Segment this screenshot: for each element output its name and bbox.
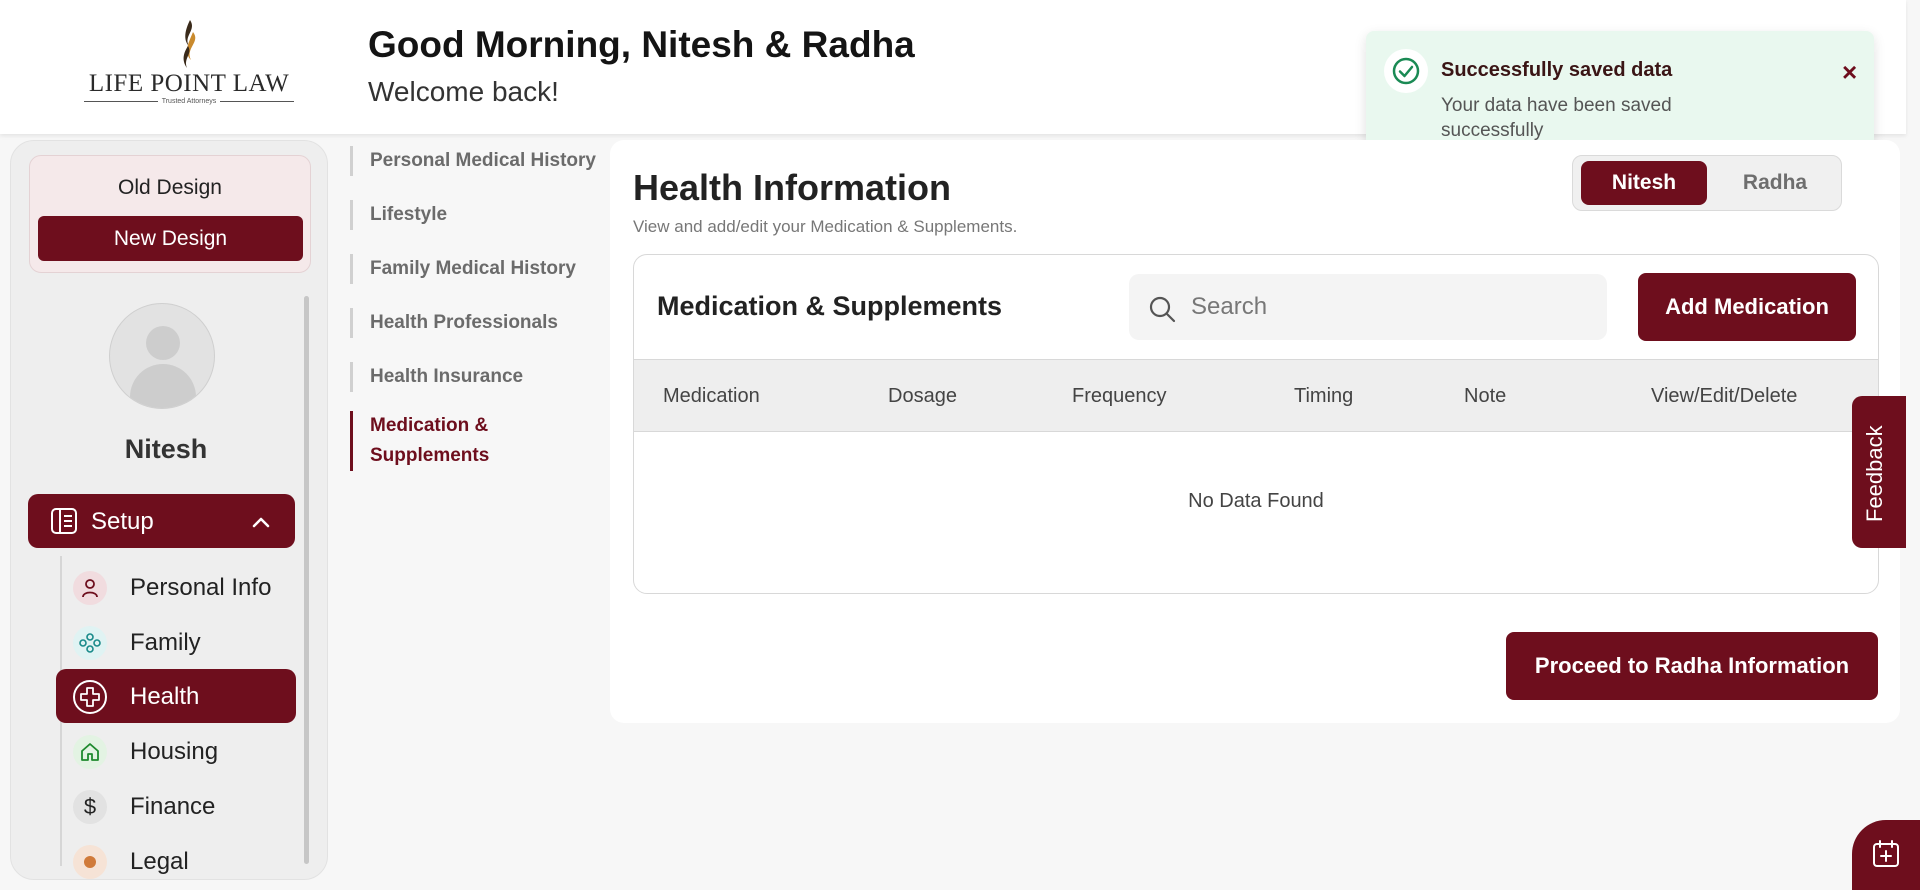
- step-health-professionals[interactable]: Health Professionals: [350, 308, 610, 338]
- main-panel: Health Information View and add/edit you…: [610, 140, 1900, 723]
- step-personal-medical-history[interactable]: Personal Medical History: [350, 146, 610, 176]
- sidebar-item-label: Legal: [130, 848, 189, 875]
- close-icon[interactable]: ×: [1842, 57, 1857, 88]
- family-icon: [73, 626, 107, 660]
- toast-title: Successfully saved data: [1441, 59, 1673, 81]
- step-label-line1: Medication &: [370, 415, 489, 436]
- column-header: Frequency: [1072, 385, 1167, 407]
- sidebar-item-health[interactable]: Health: [56, 669, 296, 723]
- sidebar-item-legal[interactable]: Legal: [56, 834, 296, 879]
- sidebar-item-label: Health: [130, 683, 200, 710]
- sidebar-item-family[interactable]: Family: [56, 615, 296, 669]
- step-family-medical-history[interactable]: Family Medical History: [350, 254, 610, 284]
- proceed-button[interactable]: Proceed to Radha Information: [1506, 632, 1878, 700]
- feedback-label: Feedback: [1862, 425, 1887, 522]
- column-header: Note: [1464, 385, 1507, 407]
- person-icon: [73, 571, 107, 605]
- new-design-button[interactable]: New Design: [38, 216, 303, 261]
- design-switch: Old Design New Design: [29, 155, 311, 273]
- step-medication-supplements[interactable]: Medication & Supplements: [350, 411, 610, 471]
- feedback-tab[interactable]: Feedback: [1852, 396, 1906, 548]
- step-lifestyle[interactable]: Lifestyle: [350, 200, 610, 230]
- sidebar-item-housing[interactable]: Housing: [56, 724, 296, 778]
- brand-tagline: Trusted Attorneys: [161, 98, 217, 105]
- health-cross-icon: [73, 680, 107, 714]
- column-header: Medication: [663, 385, 760, 407]
- sidebar-item-personal-info[interactable]: Personal Info: [56, 560, 296, 614]
- card-title: Medication & Supplements: [657, 291, 1003, 321]
- page-subtitle: View and add/edit your Medication & Supp…: [633, 217, 1018, 236]
- sidebar-item-label: Personal Info: [130, 574, 272, 601]
- tab-nitesh[interactable]: Nitesh: [1581, 161, 1707, 205]
- page-title: Health Information: [633, 167, 952, 208]
- medication-card: Medication & Supplements Add Medication …: [633, 254, 1879, 594]
- column-header: Dosage: [888, 385, 957, 407]
- old-design-button[interactable]: Old Design: [30, 176, 310, 200]
- table-header: Medication Dosage Frequency Timing Note …: [634, 359, 1878, 432]
- brand-name: LIFE POINT LAW: [88, 70, 290, 97]
- chevron-up-icon: [252, 517, 270, 528]
- sidebar-item-finance[interactable]: $ Finance: [56, 779, 296, 833]
- search-box: [1129, 274, 1607, 340]
- dollar-icon: $: [73, 790, 107, 824]
- left-sidebar: Old Design New Design Nitesh Setup Perso…: [10, 140, 328, 880]
- welcome-subtitle: Welcome back!: [368, 76, 559, 107]
- column-header: Timing: [1294, 385, 1354, 407]
- tab-radha[interactable]: Radha: [1713, 161, 1837, 205]
- setup-label: Setup: [91, 508, 154, 535]
- setup-menu-toggle[interactable]: Setup: [28, 494, 295, 548]
- toast-message: Your data have been saved successfully: [1441, 95, 1672, 141]
- step-health-insurance[interactable]: Health Insurance: [350, 362, 610, 392]
- sidebar-item-label: Finance: [130, 793, 216, 820]
- step-label-line2: Supplements: [370, 445, 490, 466]
- column-header: View/Edit/Delete: [1651, 385, 1798, 407]
- search-input[interactable]: [1191, 288, 1591, 326]
- user-name: Nitesh: [124, 434, 208, 464]
- check-circle-icon: [1384, 49, 1428, 93]
- person-toggle: Nitesh Radha: [1572, 155, 1842, 211]
- sidebar-item-label: Housing: [130, 738, 219, 765]
- add-medication-button[interactable]: Add Medication: [1638, 273, 1856, 341]
- calendar-plus-icon: [1873, 840, 1899, 867]
- flame-logo-icon: [183, 20, 196, 68]
- calendar-add-button[interactable]: [1852, 820, 1920, 890]
- sidebar-scrollbar[interactable]: [304, 296, 309, 864]
- sidebar-item-label: Family: [130, 629, 201, 656]
- brand-logo[interactable]: LIFE POINT LAW Trusted Attorneys: [84, 20, 295, 110]
- home-icon: [73, 735, 107, 769]
- empty-state-text: No Data Found: [1188, 490, 1324, 512]
- setup-panel-icon: [51, 508, 77, 534]
- avatar: [109, 303, 215, 409]
- greeting-title: Good Morning, Nitesh & Radha: [368, 24, 915, 65]
- legal-icon: [73, 845, 107, 879]
- search-icon: [1149, 296, 1176, 323]
